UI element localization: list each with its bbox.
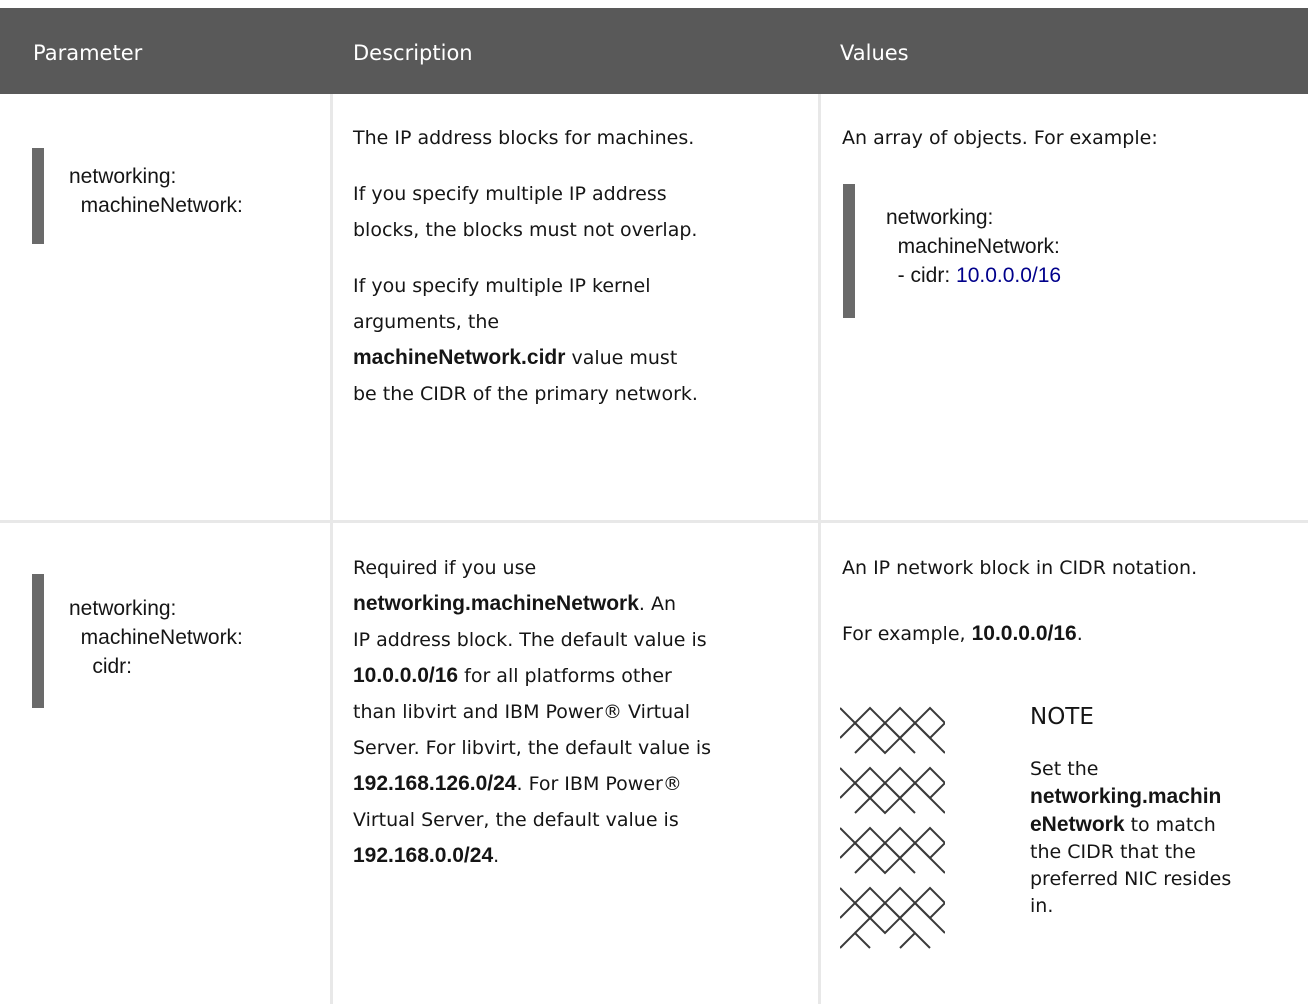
row2-description: Required if you use networking.machineNe… (353, 550, 813, 874)
text-line: Set the (1030, 758, 1099, 780)
text-line: than libvirt and IBM Power® Virtual (353, 701, 691, 723)
text-line: Server. For libvirt, the default value i… (353, 737, 712, 759)
bold-term: networking.machin (1030, 785, 1222, 808)
text-line: be the CIDR of the primary network. (353, 383, 698, 405)
note-title: NOTE (1030, 704, 1094, 730)
text-fragment: for all platforms other (458, 665, 672, 687)
description-paragraph: If you specify multiple IP kernel argume… (353, 268, 803, 412)
code-block-bar (32, 574, 44, 708)
code-line: machineNetwork: (69, 194, 243, 217)
row2-values-p2: For example, 10.0.0.0/16. (842, 616, 1083, 652)
bold-term: 192.168.0.0/24 (353, 844, 494, 867)
bold-term: machineNetwork.cidr (353, 346, 566, 369)
table-header: Parameter Description Values (0, 8, 1308, 94)
code-line: - cidr: 10.0.0.0/16 (886, 261, 1061, 290)
text-line: the CIDR that the (1030, 841, 1196, 863)
row-divider (0, 520, 1308, 523)
text-line: If you specify multiple IP kernel (353, 275, 651, 297)
code-line: machineNetwork: (69, 626, 243, 649)
text-fragment: . (1076, 623, 1083, 645)
note-pattern-icon (840, 706, 945, 949)
text-line: Required if you use (353, 557, 537, 579)
parameter-table: Parameter Description Values networking:… (0, 0, 1308, 1004)
text-fragment: . An (638, 593, 677, 615)
note-body: Set the networking.machin eNetwork to ma… (1030, 756, 1300, 920)
text-line: arguments, the (353, 311, 500, 333)
text-line: IP address block. The default value is (353, 629, 707, 651)
header-description: Description (353, 41, 473, 65)
code-value: 10.0.0.0/16 (956, 264, 1062, 287)
row1-values-intro: An array of objects. For example: (842, 127, 1158, 149)
bold-term: 10.0.0.0/16 (353, 664, 459, 687)
text-line: preferred NIC resides (1030, 868, 1232, 890)
code-block-bar (843, 184, 855, 318)
text-line: If you specify multiple IP address (353, 183, 667, 205)
code-line: machineNetwork: (886, 235, 1060, 258)
code-key: - cidr: (886, 264, 957, 287)
column-divider-2 (818, 94, 821, 1004)
text-fragment: to match (1124, 814, 1216, 836)
description-paragraph: If you specify multiple IP address block… (353, 176, 803, 248)
bold-term: 10.0.0.0/16 (971, 622, 1077, 645)
code-block-bar (32, 148, 44, 244)
text-fragment: For example, (842, 623, 972, 645)
header-values: Values (840, 41, 909, 65)
row2-values-p1: An IP network block in CIDR notation. (842, 557, 1198, 579)
text-line: blocks, the blocks must not overlap. (353, 219, 698, 241)
header-parameter: Parameter (33, 41, 143, 65)
text-line: in. (1030, 895, 1054, 917)
code-line: networking: (69, 597, 177, 620)
text-fragment: value must (565, 347, 678, 369)
bold-term: networking.machineNetwork (353, 592, 639, 615)
text-fragment: . For IBM Power® (516, 773, 682, 795)
bold-term: 192.168.126.0/24 (353, 772, 517, 795)
description-paragraph: The IP address blocks for machines. (353, 127, 695, 149)
bold-term: eNetwork (1030, 813, 1125, 836)
parameter-code: networking: machineNetwork: cidr: (69, 594, 243, 681)
code-line: cidr: (69, 655, 133, 678)
code-line: networking: (886, 206, 994, 229)
row1-description: The IP address blocks for machines. If y… (353, 120, 803, 412)
text-fragment: . (493, 845, 500, 867)
values-code: networking: machineNetwork: - cidr: 10.0… (886, 203, 1061, 290)
code-line: networking: (69, 165, 177, 188)
column-divider-1 (330, 94, 333, 1004)
parameter-code: networking: machineNetwork: (69, 162, 243, 220)
text-line: Virtual Server, the default value is (353, 809, 679, 831)
